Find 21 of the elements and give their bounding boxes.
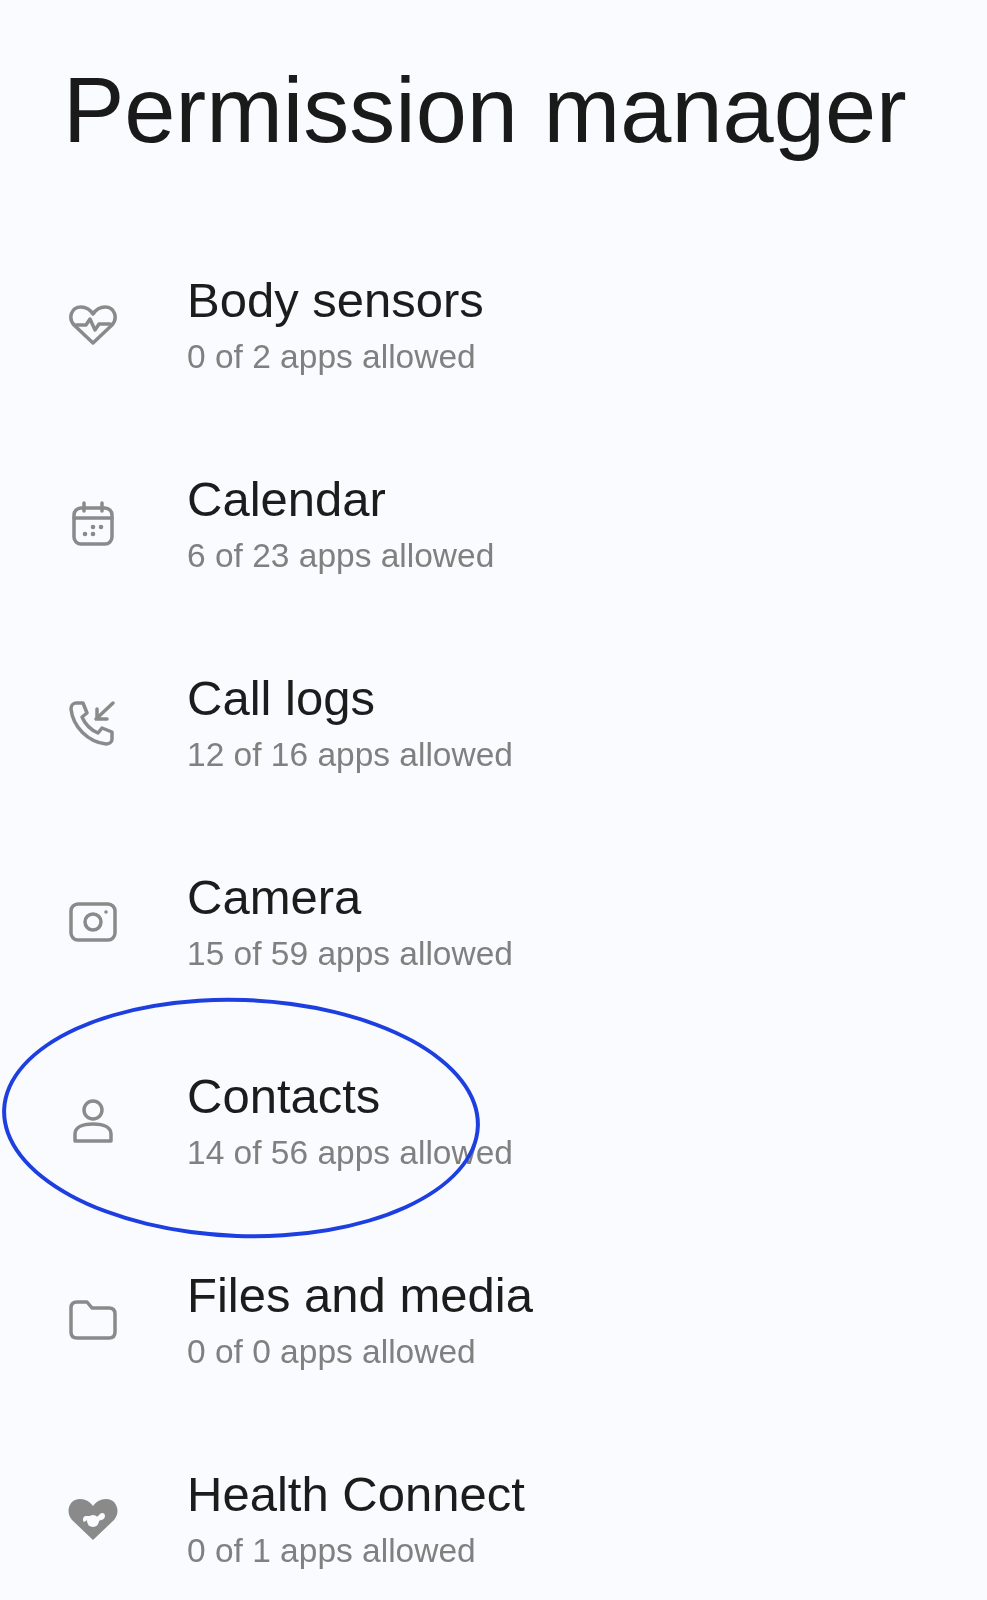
permission-summary: 6 of 23 apps allowed <box>187 537 495 576</box>
permission-name: Body sensors <box>187 274 484 328</box>
camera-icon <box>68 901 118 944</box>
permission-name: Calendar <box>187 473 387 527</box>
permission-name: Call logs <box>187 672 376 726</box>
heart-pulse-icon <box>68 303 118 348</box>
permission-name: Health Connect <box>187 1468 525 1522</box>
person-icon <box>72 1098 114 1145</box>
permission-summary: 0 of 0 apps allowed <box>187 1333 477 1372</box>
permission-summary: 0 of 2 apps allowed <box>187 338 477 377</box>
permission-summary: 0 of 1 apps allowed <box>187 1532 477 1571</box>
permission-summary: 15 of 59 apps allowed <box>187 935 513 974</box>
permission-summary: 12 of 16 apps allowed <box>187 736 513 775</box>
folder-icon <box>68 1299 118 1342</box>
calendar-icon <box>71 501 115 548</box>
page-title: Permission manager <box>62 58 908 163</box>
phone-call-icon <box>68 699 118 748</box>
permission-name: Files and media <box>187 1269 533 1323</box>
heart-icon <box>66 1496 120 1543</box>
permission-name: Camera <box>187 871 363 925</box>
permission-name: Contacts <box>187 1070 382 1124</box>
